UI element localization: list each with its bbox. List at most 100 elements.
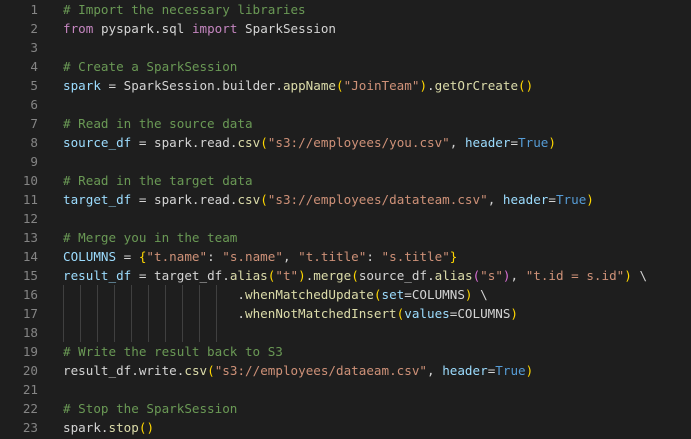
code-token: appName <box>282 78 337 93</box>
code-token: , <box>427 363 443 378</box>
code-line[interactable]: 15 result_df = target_df.alias("t").merge… <box>0 266 691 285</box>
code-token: True <box>555 192 587 207</box>
code-token: ) <box>510 306 518 321</box>
code-token: = <box>116 249 139 264</box>
code-token: ) <box>298 268 306 283</box>
code-line[interactable]: 18 <box>0 323 691 342</box>
code-line[interactable]: 9 <box>0 152 691 171</box>
code-token: write <box>138 363 177 378</box>
indent-guide <box>148 285 149 342</box>
code-token: merge <box>313 268 352 283</box>
code-token: "s3://employees/datateam.csv" <box>267 192 488 207</box>
code-text: spark = SparkSession.builder.appName("Jo… <box>63 76 533 95</box>
code-token: ) <box>525 363 534 378</box>
code-line[interactable]: 21 <box>0 380 691 399</box>
line-number: 22 <box>22 401 38 416</box>
code-editor[interactable]: 1 # Import the necessary libraries 2 from p… <box>0 0 691 439</box>
code-line[interactable]: 20 result_df.write.csv("s3://employees/da… <box>0 361 691 380</box>
code-line[interactable]: 4 # Create a SparkSession <box>0 57 691 76</box>
code-token: = <box>548 192 556 207</box>
code-line[interactable]: 6 <box>0 95 691 114</box>
code-text: # Stop the SparkSession <box>63 399 237 418</box>
code-line[interactable]: 13 # Merge you in the team <box>0 228 691 247</box>
code-token: builder <box>222 78 276 93</box>
indent-guide <box>97 285 98 342</box>
line-number: 1 <box>30 2 38 17</box>
code-line[interactable]: 12 <box>0 209 691 228</box>
code-token: : <box>207 249 223 264</box>
indent-guide <box>199 285 200 342</box>
code-token: alias <box>229 268 268 283</box>
code-token: # Read in the target data <box>63 173 253 188</box>
code-token: = <box>131 135 154 150</box>
code-token: # Merge you in the team <box>63 230 238 245</box>
line-number: 17 <box>22 306 38 321</box>
code-token: set <box>381 287 405 302</box>
code-token: () <box>518 78 534 93</box>
indent-guide <box>63 285 64 342</box>
code-token: ) <box>464 287 473 302</box>
code-token: True <box>518 135 549 150</box>
line-number: 23 <box>22 420 38 435</box>
line-number: 9 <box>30 154 38 169</box>
code-token: "t.title" <box>298 249 367 264</box>
code-token: . <box>100 420 109 435</box>
code-token: = <box>131 192 154 207</box>
code-token: # Write the result back to S3 <box>63 344 283 359</box>
line-number: 7 <box>30 116 38 131</box>
code-token: ( <box>207 363 215 378</box>
code-token: ) <box>419 78 428 93</box>
code-line[interactable]: 1 # Import the necessary libraries <box>0 0 691 19</box>
code-line[interactable]: 14 COLUMNS = {"t.name": "s.name", "t.titl… <box>0 247 691 266</box>
code-line[interactable]: 11 target_df = spark.read.csv("s3://emplo… <box>0 190 691 209</box>
code-text: target_df = spark.read.csv("s3://employe… <box>63 190 594 209</box>
code-token: COLUMNS <box>63 249 117 264</box>
code-line[interactable]: 8 source_df = spark.read.csv("s3://employ… <box>0 133 691 152</box>
code-text: # Merge you in the team <box>63 228 237 247</box>
line-number: 3 <box>30 40 38 55</box>
code-token: : <box>366 249 382 264</box>
code-token: , <box>449 135 465 150</box>
line-number: 12 <box>22 211 38 226</box>
code-token: \ <box>631 268 648 283</box>
code-token: , <box>487 192 503 207</box>
line-number: 15 <box>22 268 38 283</box>
code-token: spark <box>63 78 101 93</box>
code-token: values <box>404 306 450 321</box>
code-token: result_df <box>63 268 132 283</box>
code-token: = <box>131 268 154 283</box>
code-token: getOrCreate <box>434 78 519 93</box>
code-token: "s3://employees/dataeam.csv" <box>214 363 428 378</box>
code-token: target_df <box>63 192 132 207</box>
line-number: 5 <box>30 78 38 93</box>
code-token: "s.name" <box>222 249 283 264</box>
code-token: "t.name" <box>146 249 208 264</box>
code-line[interactable]: 17 .whenNotMatchedInsert(values=COLUMNS) <box>0 304 691 323</box>
code-token: . <box>191 192 200 207</box>
line-number: 11 <box>22 192 38 207</box>
code-text: # Import the necessary libraries <box>63 0 306 19</box>
indent-guide <box>182 285 183 342</box>
code-line[interactable]: 3 <box>0 38 691 57</box>
code-token: , <box>510 268 526 283</box>
code-token: result_df <box>63 363 132 378</box>
code-line[interactable]: 2 from pyspark.sql import SparkSession <box>0 19 691 38</box>
line-number: 18 <box>22 325 38 340</box>
code-text: COLUMNS = {"t.name": "s.name", "t.title"… <box>63 247 457 266</box>
code-text: source_df = spark.read.csv("s3://employe… <box>63 133 556 152</box>
code-line[interactable]: 19 # Write the result back to S3 <box>0 342 691 361</box>
code-token: csv <box>237 135 261 150</box>
code-token: . <box>63 287 245 302</box>
code-line[interactable]: 23 spark.stop() <box>0 418 691 437</box>
code-line[interactable]: 10 # Read in the target data <box>0 171 691 190</box>
code-line[interactable]: 22 # Stop the SparkSession <box>0 399 691 418</box>
code-line[interactable]: 5 spark = SparkSession.builder.appName("J… <box>0 76 691 95</box>
code-token: . <box>222 268 230 283</box>
code-line[interactable]: 16 .whenMatchedUpdate(set=COLUMNS) \ <box>0 285 691 304</box>
code-text: # Create a SparkSession <box>63 57 237 76</box>
code-text: result_df = target_df.alias("t").merge(s… <box>63 266 647 285</box>
code-token: . <box>427 78 435 93</box>
code-token: "s" <box>480 268 503 283</box>
code-line[interactable]: 7 # Read in the source data <box>0 114 691 133</box>
